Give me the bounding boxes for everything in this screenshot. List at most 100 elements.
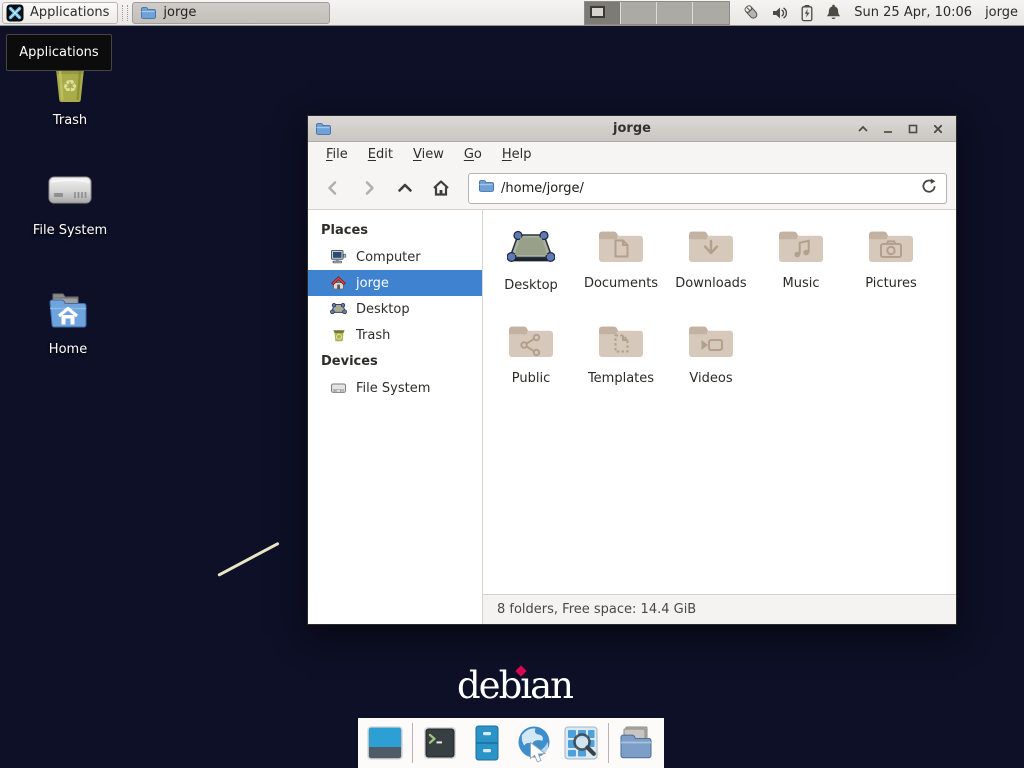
file-cabinet-icon[interactable] <box>467 723 507 763</box>
folder-templates-icon <box>597 323 645 365</box>
clock[interactable]: Sun 25 Apr, 10:06 <box>854 5 972 20</box>
desktop-icon-label: File System <box>33 223 107 238</box>
user-home-icon <box>330 275 347 291</box>
sidebar-item-label: Trash <box>356 328 390 343</box>
workspace-window-thumb <box>590 6 605 18</box>
desktop-icon <box>330 301 347 317</box>
home-button[interactable] <box>425 173 456 203</box>
sidebar-item-label: jorge <box>356 276 389 291</box>
folder-music-icon <box>777 228 825 270</box>
maximize-button[interactable] <box>902 119 924 139</box>
top-panel: Applications jorge Sun 25 Apr, 10:06 jor… <box>0 0 1024 26</box>
workspace-2[interactable] <box>621 2 657 24</box>
applications-button[interactable]: Applications <box>2 2 118 24</box>
file-item-desktop[interactable]: Desktop <box>486 223 576 318</box>
dock <box>358 718 664 768</box>
taskbar-button-jorge[interactable]: jorge <box>132 2 330 24</box>
svg-text:♻: ♻ <box>62 77 77 97</box>
battery-icon[interactable] <box>799 4 815 22</box>
file-item-pictures[interactable]: Pictures <box>846 223 936 318</box>
statusbar: 8 folders, Free space: 14.4 GiB <box>483 594 956 624</box>
desktop-icon-file-system[interactable]: File System <box>20 171 120 238</box>
file-item-label: Public <box>512 371 550 386</box>
file-item-label: Music <box>783 276 820 291</box>
desktop-item-icon <box>507 228 555 272</box>
desktop-icon-home[interactable]: Home <box>18 288 118 357</box>
menu-file[interactable]: File <box>316 144 358 165</box>
folder-public-icon <box>507 323 555 365</box>
menu-go[interactable]: Go <box>454 144 492 165</box>
drive-icon <box>46 171 94 217</box>
file-item-templates[interactable]: Templates <box>576 318 666 413</box>
folder-videos-icon <box>687 323 735 365</box>
file-item-label: Templates <box>588 371 654 386</box>
mouse-icon[interactable] <box>742 3 761 22</box>
devices-header: Devices <box>308 348 482 375</box>
sidebar-item-jorge[interactable]: jorge <box>308 270 482 296</box>
app-finder-icon[interactable] <box>561 723 601 763</box>
file-item-music[interactable]: Music <box>756 223 846 318</box>
file-item-videos[interactable]: Videos <box>666 318 756 413</box>
computer-icon <box>330 249 347 265</box>
workspace-1[interactable] <box>585 2 621 24</box>
places-header: Places <box>308 217 482 244</box>
home-folder-icon <box>44 288 92 336</box>
workspace-4[interactable] <box>693 2 729 24</box>
folder-documents-icon <box>597 228 645 270</box>
file-grid: Desktop Documents Downloads Music Pictures Pu… <box>483 210 956 594</box>
menu-edit[interactable]: Edit <box>358 144 403 165</box>
dock-separator <box>412 723 413 763</box>
menubar: FileEditViewGoHelp <box>308 142 956 167</box>
xfce-logo-icon <box>6 4 24 22</box>
location-text: /home/jorge/ <box>501 181 914 196</box>
shade-button[interactable] <box>852 119 874 139</box>
file-item-label: Pictures <box>865 276 916 291</box>
menu-help[interactable]: Help <box>492 144 542 165</box>
folder-pictures-icon <box>867 228 915 270</box>
trash-icon <box>330 327 347 343</box>
show-desktop-icon[interactable] <box>365 723 405 763</box>
folder-icon <box>140 5 156 21</box>
desktop-icon-label: Trash <box>53 113 87 128</box>
web-browser-icon[interactable] <box>514 723 554 763</box>
workspace-switcher <box>584 1 730 25</box>
menu-view[interactable]: View <box>403 144 454 165</box>
user-menu[interactable]: jorge <box>985 5 1018 20</box>
places-sidebar: Places Computer jorge Desktop Trash Devices… <box>308 210 483 624</box>
volume-icon[interactable] <box>771 4 789 22</box>
file-item-label: Desktop <box>504 278 558 293</box>
location-folder-icon <box>478 178 494 198</box>
sidebar-item-trash[interactable]: Trash <box>308 322 482 348</box>
terminal-icon[interactable] <box>420 723 460 763</box>
cursor-artifact <box>217 542 279 577</box>
file-item-documents[interactable]: Documents <box>576 223 666 318</box>
file-item-downloads[interactable]: Downloads <box>666 223 756 318</box>
drive-small-icon <box>330 380 347 396</box>
debian-logo: debıan <box>457 664 572 707</box>
close-button[interactable] <box>927 119 949 139</box>
up-button[interactable] <box>389 173 420 203</box>
forward-button[interactable] <box>353 173 384 203</box>
file-item-label: Videos <box>689 371 732 386</box>
sidebar-item-file-system[interactable]: File System <box>308 375 482 401</box>
reload-icon[interactable] <box>921 178 937 198</box>
sidebar-item-label: Desktop <box>356 302 410 317</box>
file-item-label: Downloads <box>675 276 746 291</box>
sidebar-item-desktop[interactable]: Desktop <box>308 296 482 322</box>
panel-grip[interactable] <box>122 5 128 21</box>
status-text: 8 folders, Free space: 14.4 GiB <box>497 602 696 617</box>
titlebar[interactable]: jorge <box>308 116 956 142</box>
window-folder-icon <box>315 121 331 137</box>
file-manager-icon[interactable] <box>616 723 656 763</box>
sidebar-item-computer[interactable]: Computer <box>308 244 482 270</box>
file-manager-window: jorge FileEditViewGoHelp /home/jorge/ Pl… <box>307 115 957 625</box>
sidebar-item-label: Computer <box>356 250 421 265</box>
file-item-label: Documents <box>584 276 658 291</box>
workspace-3[interactable] <box>657 2 693 24</box>
location-bar[interactable]: /home/jorge/ <box>468 173 947 204</box>
minimize-button[interactable] <box>877 119 899 139</box>
back-button[interactable] <box>317 173 348 203</box>
folder-downloads-icon <box>687 228 735 270</box>
file-item-public[interactable]: Public <box>486 318 576 413</box>
notifications-bell-icon[interactable] <box>825 4 842 22</box>
